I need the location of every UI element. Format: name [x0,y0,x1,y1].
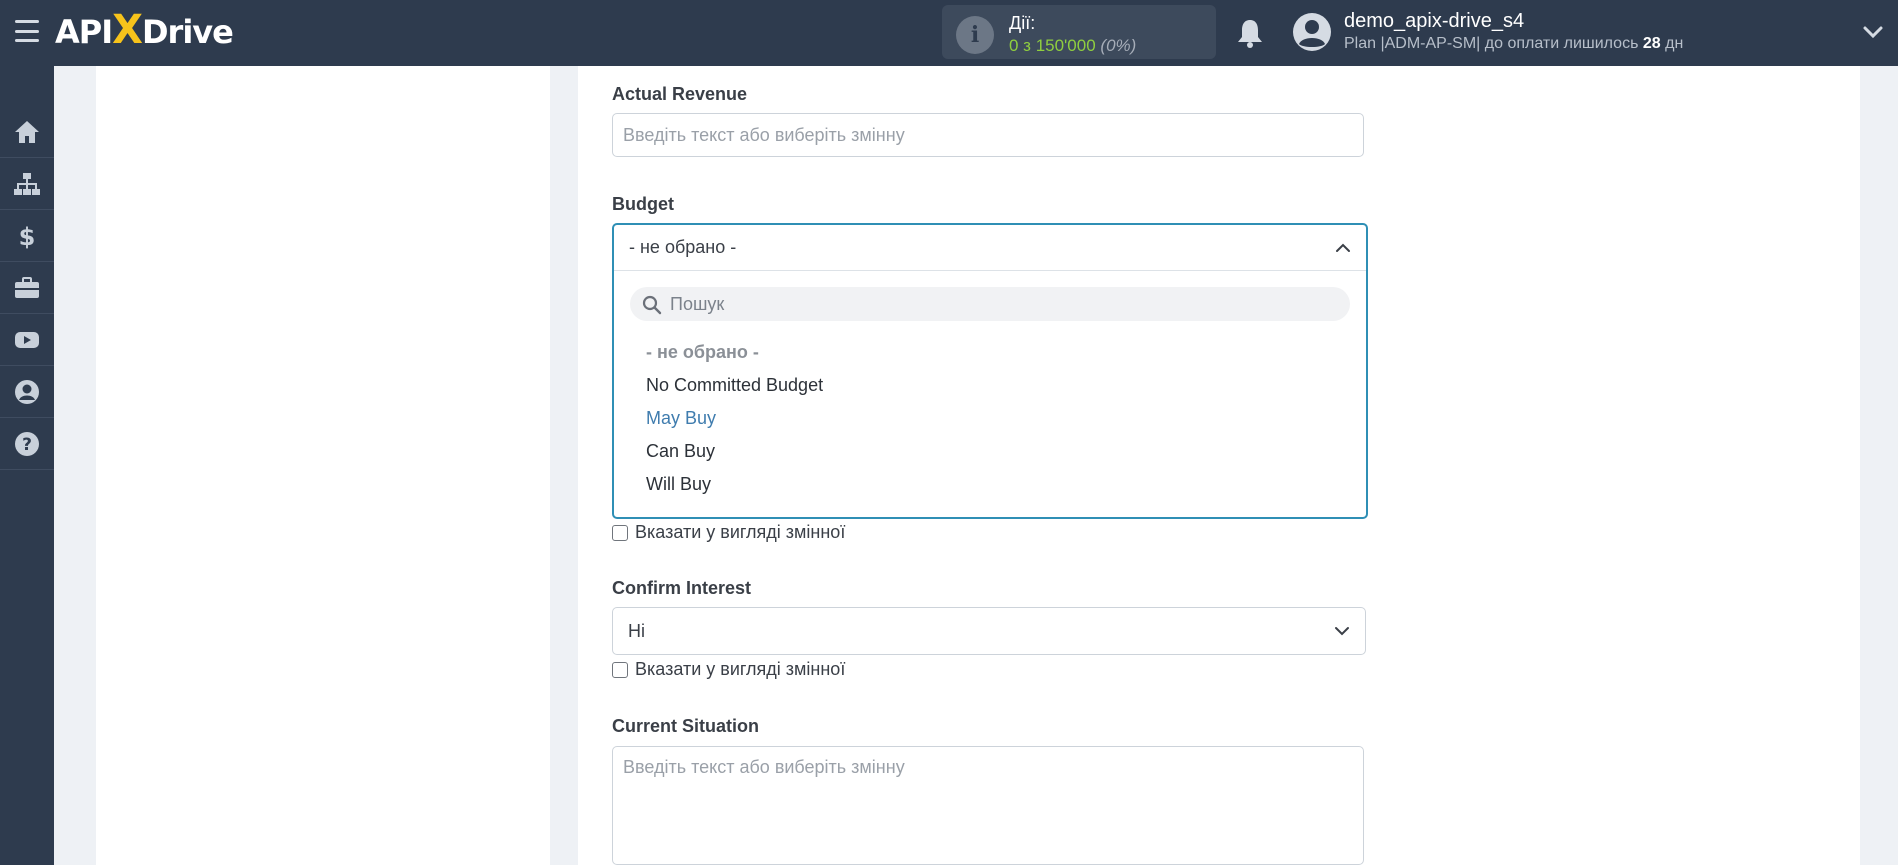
plan-info: Plan |ADM-AP-SM| до оплати лишилось 28 д… [1344,35,1683,53]
sidebar-item-help[interactable]: ? [0,418,54,470]
actions-count: 0 з 150'000 (0%) [1009,36,1136,56]
confirm-variable-checkbox[interactable] [612,661,628,678]
plan-days-unit: дн [1665,35,1684,52]
sidebar: $ ? [0,66,54,865]
chevron-down-icon[interactable] [1862,22,1884,42]
confirm-variable-label: Вказати у вигляді змінної [635,659,846,679]
confirm-interest-label: Confirm Interest [612,578,752,598]
budget-search-input[interactable] [630,287,1350,321]
briefcase-icon [15,276,39,298]
youtube-icon [15,331,39,348]
budget-variable-label: Вказати у вигляді змінної [635,522,846,542]
current-situation-label: Current Situation [612,716,759,736]
sidebar-item-account[interactable] [0,366,54,418]
logo[interactable]: APIXDrive [55,10,234,52]
confirm-interest-select[interactable]: Ні [612,607,1366,655]
budget-select[interactable]: - не обрано - [614,225,1366,271]
sidebar-item-projects[interactable] [0,262,54,314]
user-circle-icon [15,379,39,404]
confirm-variable-toggle: Вказати у вигляді змінної [612,659,845,680]
menu-icon[interactable] [15,20,39,42]
budget-variable-checkbox[interactable] [612,524,628,541]
budget-option[interactable]: - не обрано - [646,342,759,363]
svg-text:$: $ [19,223,36,249]
budget-option[interactable]: No Committed Budget [646,375,823,396]
search-icon [642,295,662,315]
current-situation-textarea[interactable]: Введіть текст або виберіть змінну [612,746,1364,865]
avatar[interactable] [1293,13,1331,51]
budget-label: Budget [612,194,674,214]
sidebar-item-home[interactable] [0,106,54,158]
budget-variable-toggle: Вказати у вигляді змінної [612,522,845,543]
budget-option[interactable]: Will Buy [646,474,711,495]
actions-count-value: 0 з 150'000 [1009,36,1096,55]
sidebar-item-billing[interactable]: $ [0,210,54,262]
plan-days: 28 [1642,35,1661,52]
budget-option[interactable]: Can Buy [646,441,715,462]
sitemap-icon [14,172,40,195]
left-panel [96,66,550,865]
confirm-interest-value: Ні [628,621,645,641]
home-icon [15,120,39,143]
dollar-icon: $ [19,223,36,249]
actions-counter: i Дії: 0 з 150'000 (0%) [942,5,1216,59]
plan-text: Plan |ADM-AP-SM| до оплати лишилось [1344,35,1639,52]
bell-icon[interactable] [1236,18,1264,48]
budget-option-highlighted[interactable]: May Buy [646,408,716,429]
chevron-down-icon [1335,627,1349,636]
sidebar-item-video[interactable] [0,314,54,366]
user-name[interactable]: demo_apix-drive_s4 [1344,10,1524,33]
top-bar: APIXDrive i Дії: 0 з 150'000 (0%) demo_a… [0,0,1898,66]
actual-revenue-input[interactable]: Введіть текст або виберіть змінну [612,113,1364,157]
actual-revenue-label: Actual Revenue [612,84,748,104]
sidebar-item-connections[interactable] [0,158,54,210]
info-icon: i [956,16,994,54]
svg-text:?: ? [22,435,32,455]
budget-selected-value: - не обрано - [629,237,737,257]
actions-label: Дії: [1009,13,1036,33]
help-icon: ? [15,431,39,456]
actions-count-percent: (0%) [1100,36,1137,55]
budget-dropdown: - не обрано - - не обрано - No Committed… [612,223,1368,519]
chevron-up-icon [1336,243,1350,252]
